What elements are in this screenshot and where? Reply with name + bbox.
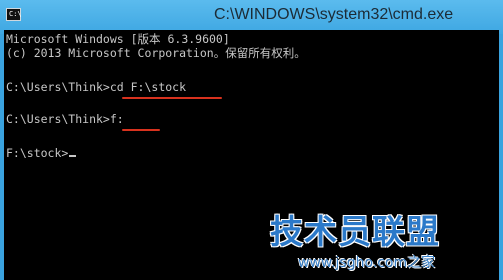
console-icon-text: C:\ <box>9 10 22 18</box>
prompt-text: F:\stock> <box>6 146 69 160</box>
title-bar[interactable]: C:\ C:\WINDOWS\system32\cmd.exe <box>0 0 503 34</box>
console-line-cd-command: C:\Users\Think>cd F:\stock <box>6 80 187 94</box>
console-line-prompt[interactable]: F:\stock> <box>6 146 77 160</box>
console-line-drive-command: C:\Users\Think>f: <box>6 112 124 126</box>
watermark-logo-text: 技术员联盟 <box>270 212 440 251</box>
window-title: C:\WINDOWS\system32\cmd.exe <box>214 6 454 23</box>
cd-command-underline <box>122 97 222 99</box>
console-line-copyright: (c) 2013 Microsoft Corporation。保留所有权利。 <box>6 46 306 60</box>
command-prompt-window: C:\ C:\WINDOWS\system32\cmd.exe Microsof… <box>0 0 503 280</box>
drive-command-underline <box>122 129 160 131</box>
text-cursor <box>69 155 77 157</box>
console-line-version: Microsoft Windows [版本 6.3.9600] <box>6 32 230 46</box>
console-icon[interactable]: C:\ <box>6 8 22 21</box>
watermark-url: www.jsgho.com之家 <box>298 255 436 271</box>
